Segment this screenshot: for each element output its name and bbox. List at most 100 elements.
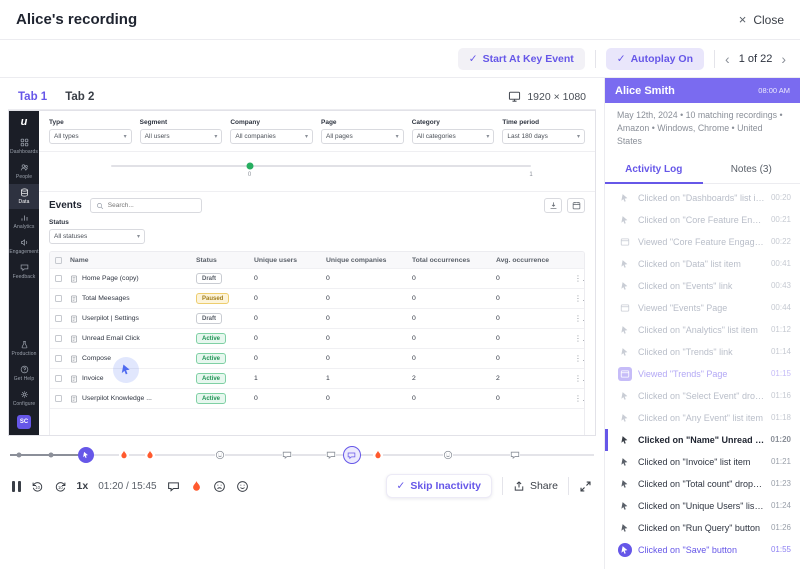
table-row[interactable]: Unread Email Click Active 0 0 0 0 ⋮ (50, 329, 584, 349)
filter-select[interactable]: Last 180 days ▾ (502, 129, 586, 144)
filter-select[interactable]: All companies ▾ (230, 129, 314, 144)
timeline-marker-comment[interactable] (510, 450, 521, 460)
activity-row[interactable]: Clicked on "Select Event" dropdown 01:16 (605, 385, 800, 407)
timeline-marker-comment[interactable] (282, 450, 293, 460)
timeline-marker-smiley[interactable] (215, 450, 226, 460)
timeline-marker-comment[interactable] (326, 450, 337, 460)
activity-row[interactable]: Clicked on "Trends" link 01:14 (605, 341, 800, 363)
timeline-marker-flame[interactable] (145, 450, 156, 460)
activity-row[interactable]: Clicked on "Unique Users" list item 01:24 (605, 495, 800, 517)
rewind-10-button[interactable]: 10 (31, 480, 44, 493)
row-menu-button[interactable]: ⋮ (570, 294, 584, 303)
table-row[interactable]: Invoice Active 1 1 2 2 ⋮ (50, 369, 584, 389)
tab-notes[interactable]: Notes (3) (703, 157, 800, 183)
autoplay-toggle[interactable]: ✓ Autoplay On (605, 47, 705, 70)
previous-recording-button[interactable]: ‹ (725, 52, 730, 66)
event-name-cell: Home Page (copy) (66, 275, 192, 283)
timeline-marker-dot[interactable] (48, 452, 54, 458)
smiley-icon[interactable] (236, 480, 249, 493)
activity-row[interactable]: Clicked on "Dashboards" list item 00:20 (605, 187, 800, 209)
sidebar-item-people[interactable]: People (9, 159, 39, 184)
timeline-track[interactable] (10, 454, 594, 456)
activity-row[interactable]: Clicked on "Data" list item 00:41 (605, 253, 800, 275)
activity-row[interactable]: Clicked on "Name" Unread Email C... 01:20 (605, 428, 800, 451)
row-menu-button[interactable]: ⋮ (570, 394, 584, 403)
row-menu-button[interactable]: ⋮ (570, 374, 584, 383)
rage-click-icon[interactable] (190, 480, 203, 493)
table-row[interactable]: Home Page (copy) Draft 0 0 0 0 ⋮ (50, 269, 584, 289)
row-menu-button[interactable]: ⋮ (570, 314, 584, 323)
row-checkbox[interactable] (50, 355, 66, 362)
playback-timeline[interactable] (10, 443, 594, 467)
activity-row[interactable]: Clicked on "Core Feature Engagem... 00:21 (605, 209, 800, 231)
timeline-marker-flame[interactable] (372, 450, 383, 460)
sidebar-item-analytics[interactable]: Analytics (9, 209, 39, 234)
row-checkbox[interactable] (50, 315, 66, 322)
pause-button[interactable] (12, 480, 21, 492)
skip-inactivity-toggle[interactable]: ✓ Skip Inactivity (385, 474, 492, 498)
start-at-key-event-button[interactable]: ✓ Start At Key Event (457, 47, 585, 70)
timeline-marker-flame[interactable] (118, 450, 129, 460)
table-row[interactable]: Userpilot Knowledge ... Active 0 0 0 0 ⋮ (50, 389, 584, 409)
row-checkbox[interactable] (50, 395, 66, 402)
header-checkbox[interactable] (50, 256, 66, 264)
activity-timestamp: 01:20 (770, 435, 791, 445)
timeline-marker-dot[interactable] (16, 452, 22, 458)
events-search-box[interactable] (89, 198, 202, 213)
activity-row[interactable]: Clicked on "Events" link 00:43 (605, 275, 800, 297)
search-input[interactable] (107, 202, 196, 209)
activity-row[interactable]: Clicked on "Total count" dropdown 01:23 (605, 473, 800, 495)
comment-icon[interactable] (167, 480, 180, 493)
export-button[interactable] (544, 198, 562, 213)
activity-row[interactable]: Viewed "Core Feature Engagment" 00:22 (605, 231, 800, 253)
sidebar-item-feedback[interactable]: Feedback (9, 259, 39, 284)
activity-row[interactable]: Viewed "Events" Page 00:44 (605, 297, 800, 319)
share-button[interactable]: Share (513, 480, 558, 492)
row-menu-button[interactable]: ⋮ (570, 354, 584, 363)
table-row[interactable]: Compose Active 0 0 0 0 ⋮ (50, 349, 584, 369)
playback-speed-button[interactable]: 1x (77, 480, 89, 492)
timeline-marker-smiley[interactable] (443, 450, 453, 460)
slider-handle[interactable] (246, 162, 254, 170)
tab-1[interactable]: Tab 1 (18, 91, 47, 103)
sidebar-item-configure[interactable]: Configure (9, 386, 39, 411)
people-icon (20, 163, 29, 172)
row-checkbox[interactable] (50, 295, 66, 302)
row-checkbox[interactable] (50, 335, 66, 342)
filter-select[interactable]: All pages ▾ (321, 129, 404, 144)
activity-row[interactable]: Clicked on "Save" button 01:55 (605, 539, 800, 561)
date-range-button[interactable] (567, 198, 585, 213)
row-checkbox[interactable] (50, 275, 66, 282)
sidebar-item-production[interactable]: Production (9, 336, 39, 361)
click-icon (618, 455, 632, 469)
sidebar-item-engagement[interactable]: Engagement (9, 234, 39, 259)
frown-icon[interactable] (213, 480, 226, 493)
slider-track[interactable]: 0 1 (111, 162, 533, 178)
sidebar-item-get-help[interactable]: Get Help (9, 361, 39, 386)
activity-row[interactable]: Clicked on "Any Event" list item 01:18 (605, 407, 800, 429)
forward-10-button[interactable]: 10 (54, 480, 67, 493)
row-menu-button[interactable]: ⋮ (570, 274, 584, 283)
tab-2[interactable]: Tab 2 (65, 91, 94, 103)
sidebar-item-dashboards[interactable]: Dashboards (9, 134, 39, 159)
timeline-marker-playhead[interactable] (77, 447, 94, 463)
close-button[interactable]: × Close (739, 12, 784, 27)
tab-activity-log[interactable]: Activity Log (605, 157, 703, 184)
table-row[interactable]: Total Meesages Paused 0 0 0 0 ⋮ (50, 289, 584, 309)
activity-row[interactable]: Clicked on "Invoice" list item 01:21 (605, 451, 800, 473)
row-checkbox[interactable] (50, 375, 66, 382)
fullscreen-button[interactable] (579, 480, 592, 493)
filter-select[interactable]: All types ▾ (49, 129, 132, 144)
filter-select[interactable]: All categories ▾ (411, 129, 495, 144)
row-menu-button[interactable]: ⋮ (570, 334, 584, 343)
sidebar-item-data[interactable]: Data (9, 184, 39, 209)
activity-row[interactable]: Clicked on "Analytics" list item 01:12 (605, 319, 800, 341)
timeline-marker-ring[interactable] (342, 446, 361, 464)
table-row[interactable]: Userpilot | Settings Draft 0 0 0 0 ⋮ (50, 309, 584, 329)
status-filter-select[interactable]: All statuses ▾ (49, 229, 145, 244)
activity-row[interactable]: Clicked on "Run Query" button 01:26 (605, 517, 800, 539)
user-avatar[interactable]: SC (17, 415, 31, 429)
filter-select[interactable]: All users ▾ (139, 129, 223, 144)
next-recording-button[interactable]: › (781, 52, 786, 66)
activity-row[interactable]: Viewed "Trends" Page 01:15 (605, 363, 800, 385)
